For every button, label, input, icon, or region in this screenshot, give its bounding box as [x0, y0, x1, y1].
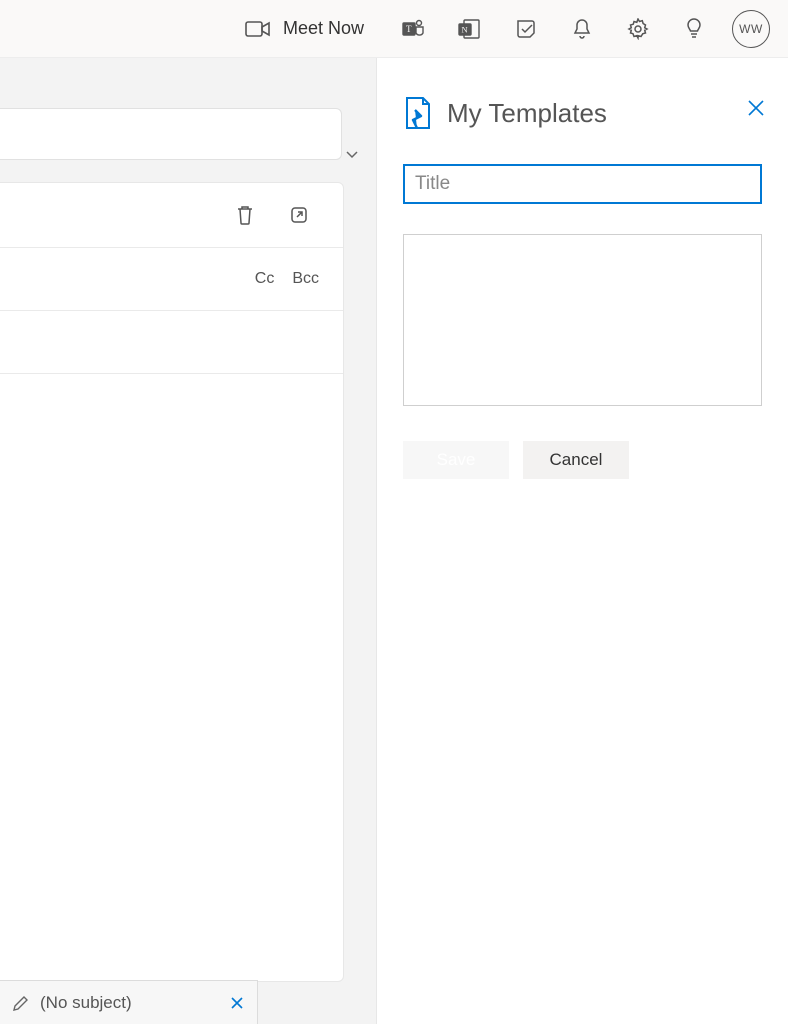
meet-now-button[interactable]: Meet Now: [245, 18, 364, 39]
teams-icon[interactable]: T: [386, 0, 442, 58]
svg-text:N: N: [462, 24, 468, 34]
pencil-icon: [12, 994, 30, 1012]
video-camera-icon: [245, 19, 271, 39]
avatar-initials: WW: [739, 22, 763, 36]
top-command-bar: Meet Now T N: [0, 0, 788, 58]
account-avatar[interactable]: WW: [732, 10, 770, 48]
svg-text:T: T: [406, 24, 412, 34]
delete-icon[interactable]: [235, 204, 255, 226]
compose-card: Cc Bcc: [0, 182, 344, 982]
compose-from-field[interactable]: [0, 108, 342, 160]
recipients-row[interactable]: Cc Bcc: [0, 248, 343, 310]
draft-tab-label: (No subject): [40, 993, 132, 1013]
settings-icon[interactable]: [610, 0, 666, 58]
panel-button-row: Save Cancel: [403, 441, 762, 479]
compose-toolbar: [0, 183, 343, 247]
chevron-down-icon[interactable]: [344, 146, 360, 162]
notifications-icon[interactable]: [554, 0, 610, 58]
top-icon-group: T N: [386, 0, 780, 58]
my-templates-panel: My Templates Save Cancel: [376, 58, 788, 1024]
subject-row[interactable]: [0, 311, 343, 373]
close-draft-icon[interactable]: [229, 995, 245, 1011]
popout-icon[interactable]: [289, 205, 309, 225]
todo-icon[interactable]: [498, 0, 554, 58]
close-icon[interactable]: [746, 98, 766, 118]
panel-header: My Templates: [403, 96, 762, 130]
main-canvas: Cc Bcc My Templates Save: [0, 58, 788, 1024]
cc-button[interactable]: Cc: [255, 270, 275, 288]
template-title-input[interactable]: [403, 164, 762, 204]
bcc-button[interactable]: Bcc: [292, 270, 319, 288]
onenote-feed-icon[interactable]: N: [442, 0, 498, 58]
meet-now-label: Meet Now: [283, 18, 364, 39]
save-button[interactable]: Save: [403, 441, 509, 479]
template-body-input[interactable]: [403, 234, 762, 406]
panel-title: My Templates: [447, 98, 607, 129]
tips-lightbulb-icon[interactable]: [666, 0, 722, 58]
draft-tab[interactable]: (No subject): [0, 980, 258, 1024]
cancel-button[interactable]: Cancel: [523, 441, 629, 479]
template-page-icon: [403, 96, 433, 130]
